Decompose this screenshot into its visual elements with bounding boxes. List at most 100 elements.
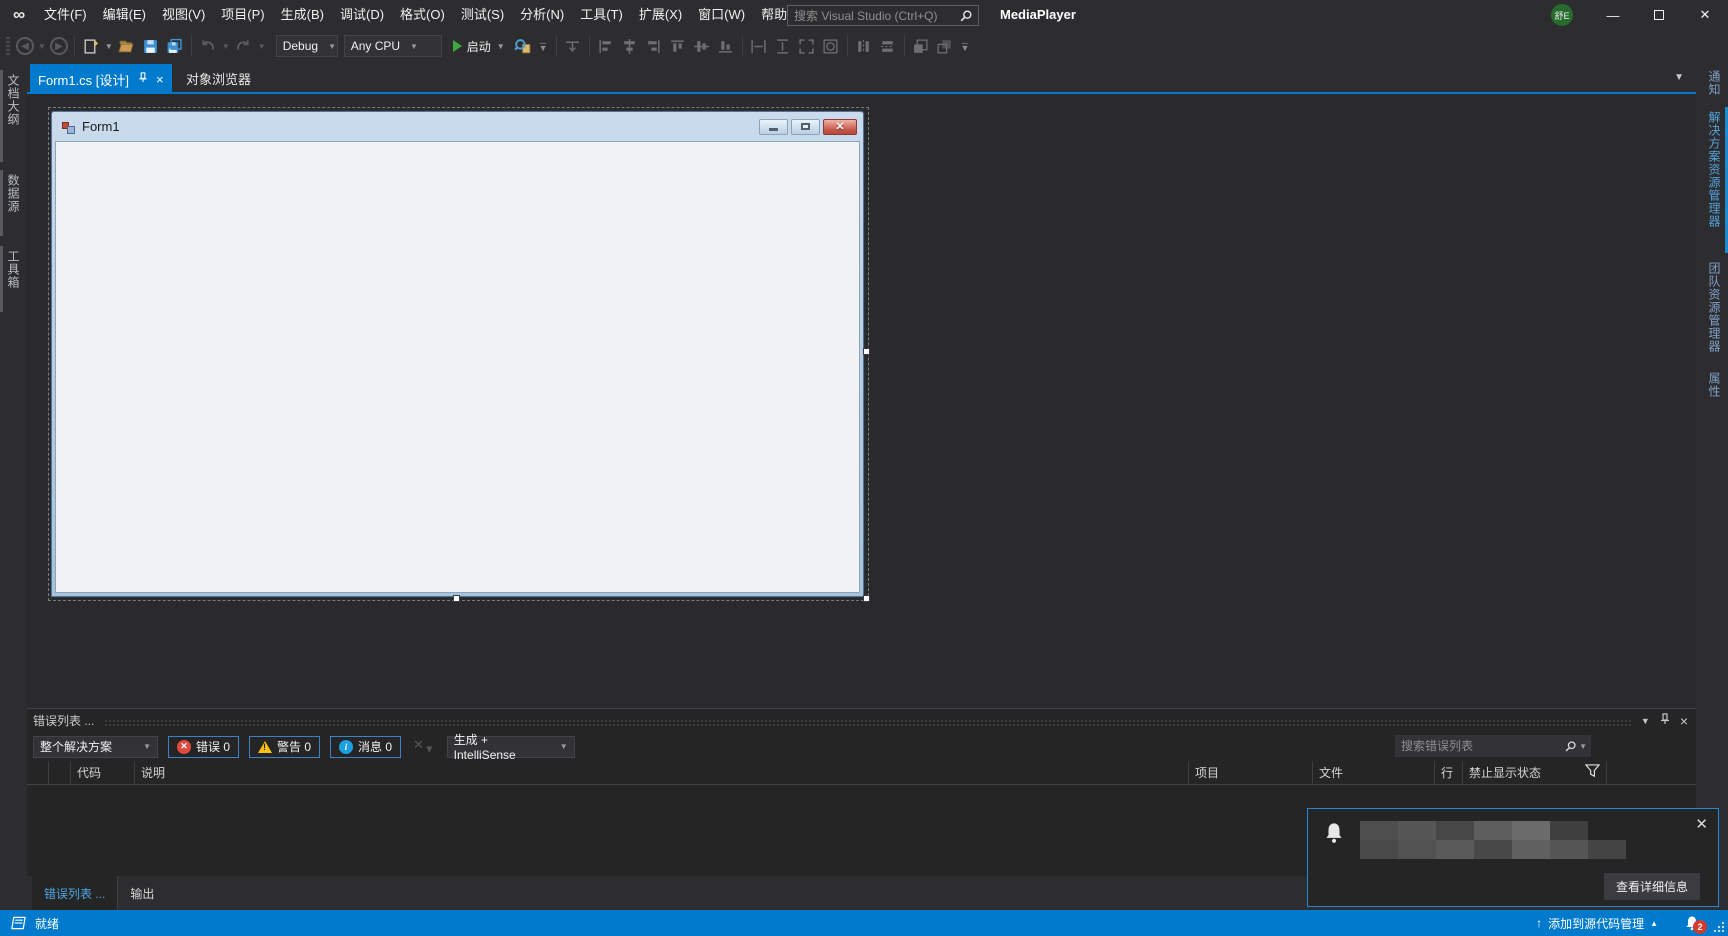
form-titlebar[interactable]: Form1 ✕ (52, 112, 863, 141)
menu-window[interactable]: 窗口(W) (690, 0, 753, 30)
header-project[interactable]: 项目 (1189, 761, 1313, 784)
close-icon[interactable]: × (156, 72, 164, 87)
menu-test[interactable]: 测试(S) (453, 0, 512, 30)
toolbar-grip[interactable] (6, 37, 10, 55)
tab-properties[interactable]: 属性 (1701, 368, 1728, 404)
navigate-forward-icon[interactable]: ▶ (49, 37, 68, 55)
menu-analyze[interactable]: 分析(N) (512, 0, 572, 30)
new-project-icon[interactable] (80, 35, 102, 57)
menu-file[interactable]: 文件(F) (36, 0, 95, 30)
layout-toolbar-overflow-icon[interactable]: ─ ▼ (961, 39, 970, 53)
form-minimize-button[interactable] (759, 118, 788, 135)
designed-form-window[interactable]: Form1 ✕ (51, 111, 864, 597)
pin-icon[interactable] (1660, 713, 1670, 728)
form-maximize-button[interactable] (791, 118, 820, 135)
align-centers-icon[interactable] (619, 35, 641, 57)
open-file-icon[interactable] (116, 35, 138, 57)
pin-icon[interactable] (138, 72, 148, 86)
tab-output[interactable]: 输出 (118, 876, 166, 910)
scope-filter-dropdown[interactable]: 整个解决方案 ▼ (33, 735, 158, 758)
snap-to-grid-icon[interactable] (562, 35, 584, 57)
user-avatar[interactable]: 舒E (1551, 4, 1573, 26)
quick-launch-search[interactable] (787, 5, 979, 26)
save-icon[interactable] (140, 35, 162, 57)
notifications-bell-button[interactable]: 2 (1684, 915, 1707, 934)
bring-to-front-icon[interactable] (910, 35, 932, 57)
menu-tools[interactable]: 工具(T) (572, 0, 631, 30)
tab-data-sources[interactable]: 数据源 (0, 170, 27, 236)
menu-view[interactable]: 视图(V) (154, 0, 213, 30)
menu-project[interactable]: 项目(P) (213, 0, 272, 30)
background-tasks-icon[interactable] (10, 916, 27, 930)
navigate-back-icon[interactable]: ◀ (16, 37, 34, 55)
error-list-titlebar[interactable]: 错误列表 ... ▼ × (27, 709, 1696, 732)
make-same-width-icon[interactable] (748, 35, 770, 57)
align-lefts-icon[interactable] (595, 35, 617, 57)
messages-toggle-button[interactable]: i 消息 0 (330, 735, 402, 758)
quick-launch-input[interactable] (788, 8, 959, 23)
align-rights-icon[interactable] (643, 35, 665, 57)
menu-build[interactable]: 生成(B) (273, 0, 332, 30)
resize-handle-right[interactable] (863, 348, 870, 355)
header-code[interactable]: 代码 (71, 761, 135, 784)
clear-filters-icon[interactable]: ✕▼ (413, 737, 435, 756)
close-icon[interactable]: × (1680, 713, 1688, 729)
save-all-icon[interactable] (164, 35, 186, 57)
vertical-spacing-icon[interactable] (877, 35, 899, 57)
errors-toggle-button[interactable]: ✕ 错误 0 (168, 735, 240, 758)
panel-drag-grip[interactable] (104, 718, 1631, 727)
find-in-files-icon[interactable] (512, 35, 534, 57)
solution-configuration-dropdown[interactable]: Debug ▼ (275, 35, 338, 57)
send-to-back-icon[interactable] (934, 35, 956, 57)
error-search-input[interactable] (1395, 739, 1565, 753)
tab-team-explorer[interactable]: 团队资源管理器 (1701, 258, 1728, 362)
tab-list-dropdown-icon[interactable]: ▼ (1674, 72, 1684, 83)
redo-dropdown-icon[interactable]: ▼ (258, 42, 266, 51)
window-position-dropdown-icon[interactable]: ▼ (1641, 716, 1650, 726)
menu-extensions[interactable]: 扩展(X) (631, 0, 690, 30)
make-same-size-icon[interactable] (796, 35, 818, 57)
form-close-button[interactable]: ✕ (823, 118, 857, 135)
source-filter-dropdown[interactable]: 生成 + IntelliSense ▼ (446, 733, 575, 762)
filter-funnel-icon[interactable] (1584, 764, 1601, 781)
size-to-grid-icon[interactable] (820, 35, 842, 57)
undo-dropdown-icon[interactable]: ▼ (222, 42, 230, 51)
align-tops-icon[interactable] (667, 35, 689, 57)
window-minimize-button[interactable]: — (1590, 0, 1636, 30)
menu-format[interactable]: 格式(O) (392, 0, 453, 30)
horizontal-spacing-icon[interactable] (853, 35, 875, 57)
header-suppression-state[interactable]: 禁止显示状态 (1463, 761, 1607, 784)
error-list-search[interactable]: ▼ (1395, 735, 1591, 757)
align-bottoms-icon[interactable] (715, 35, 737, 57)
tab-notifications[interactable]: 通知 (1701, 66, 1728, 100)
navigate-back-dropdown-icon[interactable]: ▼ (38, 42, 46, 51)
form-client-area[interactable] (55, 141, 860, 593)
solution-platform-dropdown[interactable]: Any CPU ▼ (343, 35, 442, 57)
view-details-button[interactable]: 查看详细信息 (1603, 873, 1700, 900)
tab-form1-designer[interactable]: Form1.cs [设计] × (30, 64, 172, 94)
header-selection-col[interactable] (27, 761, 49, 784)
tab-object-browser[interactable]: 对象浏览器 (172, 64, 265, 92)
tab-solution-explorer[interactable]: 解决方案资源管理器 (1701, 107, 1728, 253)
menu-debug[interactable]: 调试(D) (332, 0, 392, 30)
make-same-height-icon[interactable] (772, 35, 794, 57)
start-debug-button[interactable]: 启动 ▼ (452, 38, 507, 55)
tab-document-outline[interactable]: 文档大纲 (0, 70, 27, 162)
header-line[interactable]: 行 (1435, 761, 1463, 784)
window-maximize-button[interactable] (1636, 0, 1682, 30)
close-icon[interactable]: ✕ (1695, 815, 1708, 833)
header-file[interactable]: 文件 (1313, 761, 1435, 784)
header-description[interactable]: 说明 (135, 761, 1189, 784)
tab-error-list[interactable]: 错误列表 ... (32, 876, 119, 910)
add-to-source-control-button[interactable]: ↑ 添加到源代码管理 ▲ (1536, 915, 1658, 932)
menu-edit[interactable]: 编辑(E) (95, 0, 154, 30)
toolbar-overflow-icon[interactable]: ─ ▼ (539, 39, 548, 53)
resize-handle-bottom[interactable] (453, 595, 460, 602)
tab-toolbox[interactable]: 工具箱 (0, 246, 27, 312)
undo-icon[interactable] (197, 35, 219, 57)
header-icon-col[interactable] (49, 761, 71, 784)
resize-handle-corner[interactable] (863, 595, 870, 602)
warnings-toggle-button[interactable]: 警告 0 (249, 735, 321, 758)
resize-grip[interactable] (1714, 922, 1724, 932)
new-item-dropdown-icon[interactable]: ▼ (105, 42, 113, 51)
